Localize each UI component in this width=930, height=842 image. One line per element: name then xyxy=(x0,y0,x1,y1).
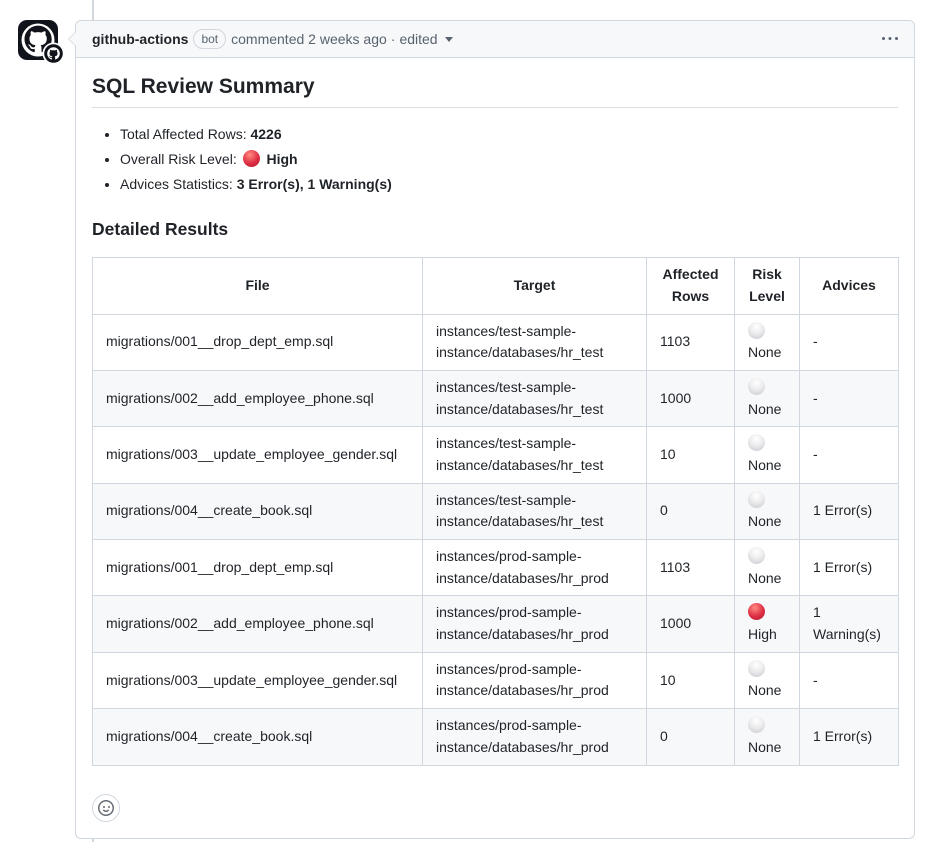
cell-advices: 1 Warning(s) xyxy=(800,596,899,652)
cell-advices: 1 Error(s) xyxy=(800,709,899,765)
table-row: migrations/003__update_employee_gender.s… xyxy=(93,427,899,483)
column-header-risk-level: Risk Level xyxy=(735,258,800,314)
column-header-advices: Advices xyxy=(800,258,899,314)
cell-target: instances/prod-sample-instance/databases… xyxy=(423,596,647,652)
page-title: SQL Review Summary xyxy=(92,74,898,108)
cell-target: instances/test-sample-instance/databases… xyxy=(423,483,647,539)
table-header-row: File Target Affected Rows Risk Level Adv… xyxy=(93,258,899,314)
kebab-horizontal-icon xyxy=(882,31,898,47)
column-header-target: Target xyxy=(423,258,647,314)
github-actions-avatar-icon xyxy=(18,20,66,68)
detailed-results-table: File Target Affected Rows Risk Level Adv… xyxy=(92,257,899,765)
risk-level-icon xyxy=(748,716,765,733)
cell-affected-rows: 1103 xyxy=(647,314,735,370)
cell-advices: - xyxy=(800,427,899,483)
comment-options-button[interactable] xyxy=(874,27,898,51)
cell-risk-level: None xyxy=(735,709,800,765)
table-row: migrations/003__update_employee_gender.s… xyxy=(93,652,899,708)
cell-file: migrations/004__create_book.sql xyxy=(93,483,423,539)
bot-badge: bot xyxy=(193,29,226,49)
risk-level-icon xyxy=(748,322,765,339)
summary-list: Total Affected Rows: 4226 Overall Risk L… xyxy=(92,124,898,195)
risk-level-icon xyxy=(748,603,765,620)
add-reaction-button[interactable] xyxy=(92,794,120,822)
cell-file: migrations/001__drop_dept_emp.sql xyxy=(93,314,423,370)
column-header-file: File xyxy=(93,258,423,314)
summary-item-risk-level: Overall Risk Level: High xyxy=(120,149,898,170)
cell-risk-level: None xyxy=(735,483,800,539)
summary-total-rows-value: 4226 xyxy=(250,126,281,142)
cell-risk-level: None xyxy=(735,427,800,483)
avatar[interactable] xyxy=(18,20,66,68)
table-row: migrations/001__drop_dept_emp.sql instan… xyxy=(93,540,899,596)
reactions-bar xyxy=(92,794,898,822)
meta-separator: · xyxy=(391,31,396,47)
summary-item-advices: Advices Statistics: 3 Error(s), 1 Warnin… xyxy=(120,174,898,195)
cell-advices: 1 Error(s) xyxy=(800,483,899,539)
comment-author-link[interactable]: github-actions xyxy=(92,31,188,47)
cell-affected-rows: 1103 xyxy=(647,540,735,596)
cell-advices: - xyxy=(800,314,899,370)
comment-header: github-actions bot commented 2 weeks ago… xyxy=(76,21,914,58)
cell-affected-rows: 1000 xyxy=(647,370,735,426)
column-header-affected-rows: Affected Rows xyxy=(647,258,735,314)
table-row: migrations/004__create_book.sql instance… xyxy=(93,483,899,539)
comment-card: github-actions bot commented 2 weeks ago… xyxy=(75,20,915,839)
cell-affected-rows: 10 xyxy=(647,427,735,483)
cell-risk-level: None xyxy=(735,540,800,596)
smiley-icon xyxy=(98,800,114,816)
cell-file: migrations/001__drop_dept_emp.sql xyxy=(93,540,423,596)
risk-level-icon xyxy=(748,491,765,508)
comment-body: SQL Review Summary Total Affected Rows: … xyxy=(76,58,914,838)
risk-level-icon xyxy=(748,547,765,564)
table-row: migrations/004__create_book.sql instance… xyxy=(93,709,899,765)
summary-advices-value: 3 Error(s), 1 Warning(s) xyxy=(237,176,392,192)
cell-target: instances/test-sample-instance/databases… xyxy=(423,314,647,370)
cell-file: migrations/002__add_employee_phone.sql xyxy=(93,370,423,426)
risk-level-icon xyxy=(748,434,765,451)
cell-affected-rows: 0 xyxy=(647,483,735,539)
summary-item-total-rows: Total Affected Rows: 4226 xyxy=(120,124,898,145)
cell-affected-rows: 10 xyxy=(647,652,735,708)
table-row: migrations/002__add_employee_phone.sql i… xyxy=(93,596,899,652)
cell-target: instances/prod-sample-instance/databases… xyxy=(423,652,647,708)
cell-advices: - xyxy=(800,652,899,708)
chevron-down-icon xyxy=(445,37,453,42)
summary-risk-value: High xyxy=(266,151,297,167)
comment-timestamp-link[interactable]: commented 2 weeks ago xyxy=(231,31,387,47)
edited-dropdown[interactable]: edited xyxy=(399,31,452,47)
cell-risk-level: None xyxy=(735,314,800,370)
table-row: migrations/001__drop_dept_emp.sql instan… xyxy=(93,314,899,370)
cell-risk-level: High xyxy=(735,596,800,652)
cell-affected-rows: 1000 xyxy=(647,596,735,652)
cell-risk-level: None xyxy=(735,652,800,708)
cell-advices: - xyxy=(800,370,899,426)
risk-level-icon xyxy=(748,660,765,677)
cell-file: migrations/002__add_employee_phone.sql xyxy=(93,596,423,652)
details-section-title: Detailed Results xyxy=(92,219,898,241)
cell-target: instances/test-sample-instance/databases… xyxy=(423,370,647,426)
cell-target: instances/prod-sample-instance/databases… xyxy=(423,709,647,765)
cell-target: instances/prod-sample-instance/databases… xyxy=(423,540,647,596)
cell-risk-level: None xyxy=(735,370,800,426)
edited-label: edited xyxy=(399,31,437,47)
red-circle-icon xyxy=(243,150,260,167)
cell-file: migrations/004__create_book.sql xyxy=(93,709,423,765)
cell-affected-rows: 0 xyxy=(647,709,735,765)
cell-target: instances/test-sample-instance/databases… xyxy=(423,427,647,483)
risk-level-icon xyxy=(748,378,765,395)
table-row: migrations/002__add_employee_phone.sql i… xyxy=(93,370,899,426)
cell-advices: 1 Error(s) xyxy=(800,540,899,596)
cell-file: migrations/003__update_employee_gender.s… xyxy=(93,427,423,483)
cell-file: migrations/003__update_employee_gender.s… xyxy=(93,652,423,708)
